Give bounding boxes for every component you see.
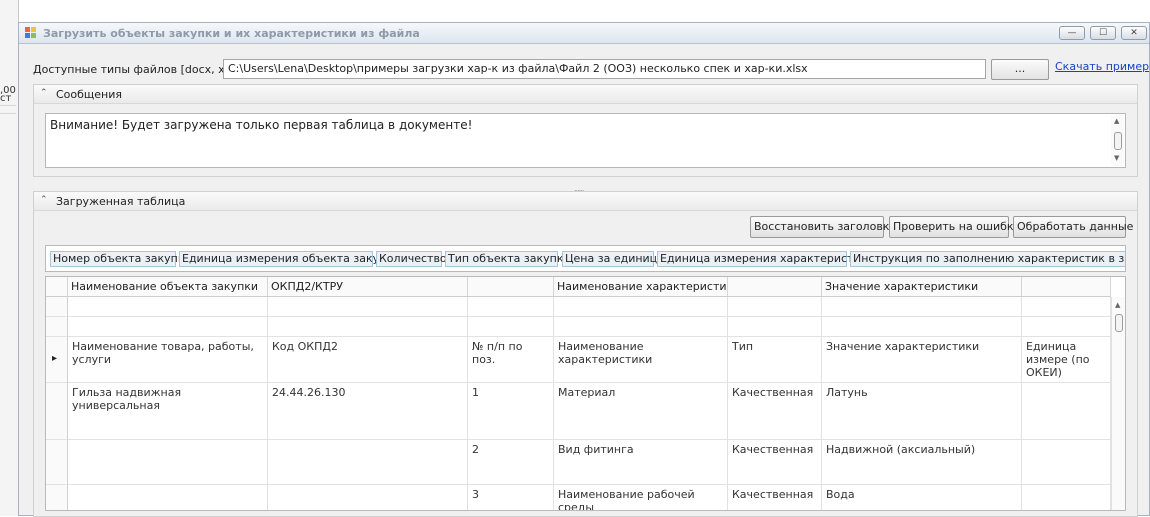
current-row-icon: ▸ — [52, 353, 58, 364]
row-header[interactable] — [46, 297, 68, 317]
grid-cell[interactable] — [1022, 485, 1111, 510]
grid-cell[interactable] — [728, 297, 822, 317]
row-header[interactable]: ▸ — [46, 337, 68, 383]
row-header[interactable] — [46, 485, 68, 510]
file-path-input[interactable]: C:\Users\Lena\Desktop\примеры загрузки х… — [223, 59, 986, 79]
header-tag-object-type[interactable]: Тип объекта закупки — [445, 251, 571, 267]
grid-cell[interactable]: Наименование товара, работы, услуги — [68, 337, 268, 383]
grid-cell[interactable] — [554, 297, 728, 317]
header-tags-strip: Номер объекта закупки Единица измерения … — [45, 245, 1126, 272]
grid-cell[interactable] — [468, 297, 554, 317]
grid-cell[interactable] — [554, 317, 728, 337]
grid-cell[interactable] — [68, 485, 268, 510]
grid-cell[interactable]: Значение характеристики — [822, 337, 1022, 383]
grid-cell[interactable] — [68, 297, 268, 317]
process-data-button[interactable]: Обработать данные — [1013, 216, 1133, 238]
grid-cell[interactable] — [822, 297, 1022, 317]
column-header[interactable]: Наименование характеристики — [554, 277, 728, 297]
grid-cell[interactable]: Единица измере (по ОКЕИ) — [1022, 337, 1111, 383]
grid-cell[interactable] — [268, 317, 468, 337]
grid-cell[interactable]: Качественная — [728, 440, 822, 485]
restore-headers-button[interactable]: Восстановить заголовки — [750, 216, 897, 238]
messages-textbox[interactable]: Внимание! Будет загружена только первая … — [45, 113, 1126, 168]
collapse-chevron-icon[interactable]: ⌃ — [40, 88, 48, 98]
scroll-thumb[interactable] — [1115, 314, 1123, 332]
row-header[interactable] — [46, 317, 68, 337]
grid-cell[interactable] — [68, 440, 268, 485]
messages-title: Сообщения — [56, 88, 123, 101]
messages-panel-header[interactable]: ⌃ Сообщения — [34, 85, 1137, 104]
file-types-label: Доступные типы файлов [docx, xlsx] — [33, 63, 245, 76]
grid-cell[interactable]: Тип — [728, 337, 822, 383]
grid-cell[interactable] — [1022, 440, 1111, 485]
grid-cell[interactable] — [68, 317, 268, 337]
grid-scrollbar[interactable]: ▲ — [1111, 297, 1125, 510]
grid-cell[interactable] — [728, 317, 822, 337]
column-header[interactable]: Наименование объекта закупки — [68, 277, 268, 297]
grid-cell[interactable]: 2 — [468, 440, 554, 485]
column-header[interactable] — [468, 277, 554, 297]
messages-scrollbar[interactable]: ▲ ▼ — [1111, 115, 1124, 166]
download-example-link[interactable]: Скачать пример — [1055, 60, 1149, 73]
grid-cell[interactable] — [1022, 317, 1111, 337]
loaded-table-panel: ⌃ Загруженная таблица Восстановить загол… — [33, 191, 1138, 517]
background-cell: ст — [0, 93, 16, 114]
messages-panel: ⌃ Сообщения Внимание! Будет загружена то… — [33, 84, 1138, 177]
grid-cell[interactable] — [268, 440, 468, 485]
grid-cell[interactable]: Вода — [822, 485, 1022, 510]
grid-cell[interactable]: Надвижной (аксиальный) — [822, 440, 1022, 485]
maximize-button[interactable]: ☐ — [1090, 26, 1116, 40]
data-grid: Наименование объекта закупки ОКПД2/КТРУ … — [45, 276, 1126, 511]
scroll-down-icon[interactable]: ▼ — [1114, 154, 1119, 162]
loaded-table-title: Загруженная таблица — [56, 195, 186, 208]
check-errors-button[interactable]: Проверить на ошибки — [889, 216, 1021, 238]
grid-cell[interactable]: 3 — [468, 485, 554, 510]
header-tag-characteristic-unit[interactable]: Единица измерения характеристики — [657, 251, 874, 267]
column-header[interactable]: Значение характеристики — [822, 277, 1022, 297]
grid-cell[interactable] — [268, 297, 468, 317]
grid-cell[interactable] — [468, 317, 554, 337]
header-tag-purchase-number[interactable]: Номер объекта закупки — [50, 251, 192, 267]
grid-cell[interactable]: Качественная — [728, 383, 822, 440]
scroll-up-icon[interactable]: ▲ — [1115, 301, 1120, 309]
grid-cell[interactable]: Код ОКПД2 — [268, 337, 468, 383]
minimize-button[interactable]: — — [1059, 26, 1085, 40]
close-button[interactable]: ✕ — [1121, 26, 1147, 40]
background-app-strip — [0, 0, 19, 516]
grid-cell[interactable]: Гильза надвижная универсальная — [68, 383, 268, 440]
grid-cell[interactable]: № п/п по поз. — [468, 337, 554, 383]
loaded-table-panel-header[interactable]: ⌃ Загруженная таблица — [34, 192, 1137, 211]
scroll-thumb[interactable] — [1114, 132, 1122, 150]
grid-cell[interactable]: Материал — [554, 383, 728, 440]
window-title: Загрузить объекты закупки и их характери… — [43, 27, 420, 40]
grid-cell[interactable]: Качественная — [728, 485, 822, 510]
column-header[interactable] — [728, 277, 822, 297]
message-text: Внимание! Будет загружена только первая … — [50, 118, 473, 132]
column-header[interactable] — [1022, 277, 1111, 297]
scroll-up-icon[interactable]: ▲ — [1114, 117, 1119, 125]
grid-cell[interactable] — [822, 317, 1022, 337]
grid-cell[interactable]: Наименование рабочей среды — [554, 485, 728, 510]
grid-cell[interactable] — [268, 485, 468, 510]
grid-cell[interactable]: 24.44.26.130 — [268, 383, 468, 440]
grid-cell[interactable]: Латунь — [822, 383, 1022, 440]
grid-corner — [46, 277, 68, 297]
header-tag-unit-price[interactable]: Цена за единицу — [562, 251, 664, 267]
row-header[interactable] — [46, 440, 68, 485]
grid-cell[interactable]: 1 — [468, 383, 554, 440]
grid-cell[interactable]: Вид фитинга — [554, 440, 728, 485]
header-tag-quantity[interactable]: Количество — [376, 251, 447, 267]
header-tag-fill-instruction[interactable]: Инструкция по заполнению характеристик в… — [850, 251, 1125, 267]
grid-cell[interactable] — [1022, 297, 1111, 317]
app-icon — [25, 27, 36, 38]
header-tag-purchase-unit[interactable]: Единица измерения объекта закупки — [179, 251, 400, 267]
grid-cell[interactable]: Наименование характеристики — [554, 337, 728, 383]
browse-button[interactable]: ... — [991, 59, 1049, 80]
grid-cell[interactable] — [1022, 383, 1111, 440]
column-header[interactable]: ОКПД2/КТРУ — [268, 277, 468, 297]
import-dialog-window: Загрузить объекты закупки и их характери… — [18, 22, 1150, 517]
title-bar[interactable]: Загрузить объекты закупки и их характери… — [19, 23, 1149, 44]
row-header[interactable] — [46, 383, 68, 440]
collapse-chevron-icon[interactable]: ⌃ — [40, 195, 48, 205]
